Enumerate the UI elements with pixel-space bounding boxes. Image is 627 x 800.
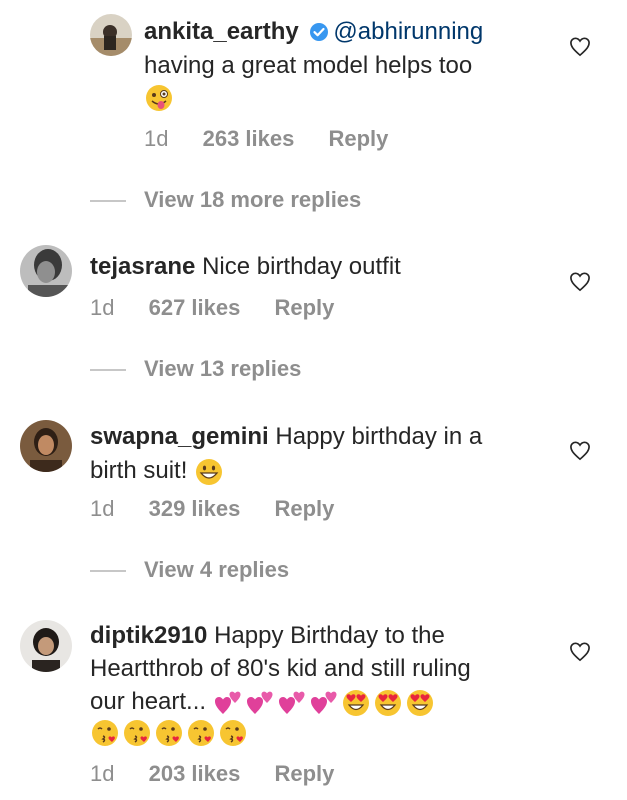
like-heart-icon[interactable]: [569, 642, 591, 662]
avatar[interactable]: [20, 620, 72, 672]
two-hearts-icon: [277, 688, 307, 718]
comment-likes[interactable]: 203 likes: [149, 761, 241, 786]
emoji-group: [90, 718, 250, 748]
comment-likes[interactable]: 263 likes: [203, 126, 295, 151]
divider-line: [90, 369, 126, 372]
emoji-group: [213, 688, 437, 718]
two-hearts-icon: [309, 688, 339, 718]
like-heart-icon[interactable]: [569, 37, 591, 57]
comment-likes[interactable]: 627 likes: [149, 295, 241, 320]
comment-username[interactable]: swapna_gemini: [90, 423, 269, 450]
view-replies-link[interactable]: View 4 replies: [90, 557, 289, 583]
heart-eyes-icon: [373, 688, 403, 718]
comment-time: 1d: [90, 496, 115, 521]
comment-text: birth suit!: [90, 457, 188, 484]
kissing-face-icon: [218, 718, 248, 748]
comment-likes[interactable]: 329 likes: [149, 496, 241, 521]
avatar[interactable]: [90, 14, 132, 56]
avatar[interactable]: [20, 245, 72, 297]
mention-link[interactable]: @abhirunning: [333, 18, 483, 45]
like-heart-icon[interactable]: [569, 441, 591, 461]
comment-text: our heart...: [90, 688, 207, 715]
divider-line: [90, 570, 126, 573]
view-replies-link[interactable]: View 18 more replies: [90, 187, 361, 213]
comment-time: 1d: [144, 126, 169, 151]
avatar[interactable]: [20, 420, 72, 472]
heart-eyes-icon: [341, 688, 371, 718]
reply-button[interactable]: Reply: [328, 126, 388, 151]
two-hearts-icon: [245, 688, 275, 718]
kissing-face-icon: [90, 718, 120, 748]
verified-badge-icon: [309, 18, 329, 52]
comment-time: 1d: [90, 761, 115, 786]
kissing-face-icon: [154, 718, 184, 748]
two-hearts-icon: [213, 688, 243, 718]
reply-button[interactable]: Reply: [274, 496, 334, 521]
comment-username[interactable]: ankita_earthy: [144, 18, 299, 45]
reply-button[interactable]: Reply: [274, 761, 334, 786]
comment-text: Happy Birthday to the: [214, 622, 445, 649]
grinning-face-icon: [194, 457, 224, 487]
heart-eyes-icon: [405, 688, 435, 718]
comment-text: Heartthrob of 80's kid and still ruling: [90, 655, 471, 682]
kissing-face-icon: [186, 718, 216, 748]
comment-time: 1d: [90, 295, 115, 320]
like-heart-icon[interactable]: [569, 272, 591, 292]
comment-text: Nice birthday outfit: [202, 253, 401, 280]
kissing-face-icon: [122, 718, 152, 748]
comment-text: Happy birthday in a: [275, 423, 483, 450]
comment-username[interactable]: tejasrane: [90, 253, 195, 280]
winking-tongue-face-icon: [144, 83, 174, 113]
divider-line: [90, 200, 126, 203]
comment-text: having a great model helps too: [144, 52, 473, 79]
view-replies-link[interactable]: View 13 replies: [90, 356, 301, 382]
comment-username[interactable]: diptik2910: [90, 622, 207, 649]
reply-button[interactable]: Reply: [274, 295, 334, 320]
